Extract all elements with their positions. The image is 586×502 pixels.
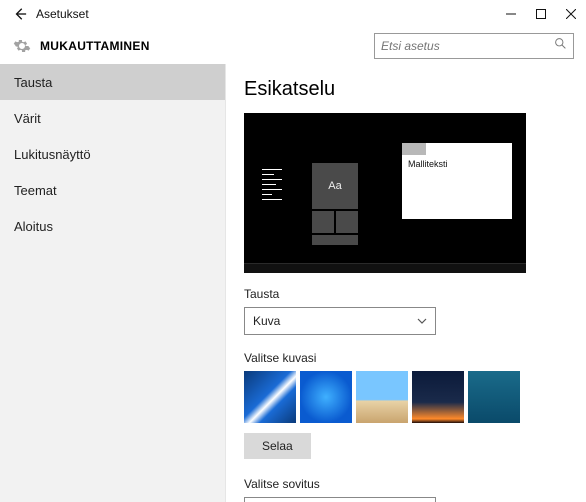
back-button[interactable] [8,2,32,26]
fit-combo[interactable]: Keskitä [244,497,436,502]
image-thumb-2[interactable] [300,371,352,423]
back-arrow-icon [13,7,27,21]
search-box[interactable] [374,33,574,59]
sidebar-item-label: Lukitusnäyttö [14,147,91,162]
background-combo-value: Kuva [253,314,280,328]
preview-heading: Esikatselu [244,78,568,101]
fit-label: Valitse sovitus [244,477,568,491]
sidebar-item-label: Teemat [14,183,57,198]
minimize-icon [506,9,516,19]
image-thumbnails [244,371,568,423]
image-thumb-3[interactable] [356,371,408,423]
sidebar-item-tausta[interactable]: Tausta [0,64,225,100]
minimize-button[interactable] [496,0,526,28]
background-label: Tausta [244,287,568,301]
sidebar-item-teemat[interactable]: Teemat [0,172,225,208]
browse-label: Selaa [262,439,293,453]
maximize-icon [536,9,546,19]
preview-tile-text: Aa [312,163,358,209]
preview-window-text: Malliteksti [402,155,512,173]
chevron-down-icon [417,316,427,326]
image-thumb-1[interactable] [244,371,296,423]
gear-icon [12,36,32,56]
browse-button[interactable]: Selaa [244,433,311,459]
maximize-button[interactable] [526,0,556,28]
sidebar-item-label: Aloitus [14,219,53,234]
sidebar-item-label: Tausta [14,75,52,90]
background-combo[interactable]: Kuva [244,307,436,335]
image-thumb-4[interactable] [412,371,464,423]
section-title: MUKAUTTAMINEN [40,39,150,53]
sidebar-item-label: Värit [14,111,41,126]
window-title: Asetukset [36,7,496,21]
desktop-preview: Aa Malliteksti [244,113,526,273]
sidebar-item-aloitus[interactable]: Aloitus [0,208,225,244]
search-icon [554,37,567,55]
sidebar-item-lukitusnaytto[interactable]: Lukitusnäyttö [0,136,225,172]
search-input[interactable] [381,39,554,53]
close-icon [566,9,576,19]
sidebar-item-varit[interactable]: Värit [0,100,225,136]
sidebar: Tausta Värit Lukitusnäyttö Teemat Aloitu… [0,64,226,502]
main-content: Esikatselu Aa Malliteksti Tausta Kuva Va… [226,64,586,502]
image-thumb-5[interactable] [468,371,520,423]
close-button[interactable] [556,0,586,28]
choose-image-label: Valitse kuvasi [244,351,568,365]
